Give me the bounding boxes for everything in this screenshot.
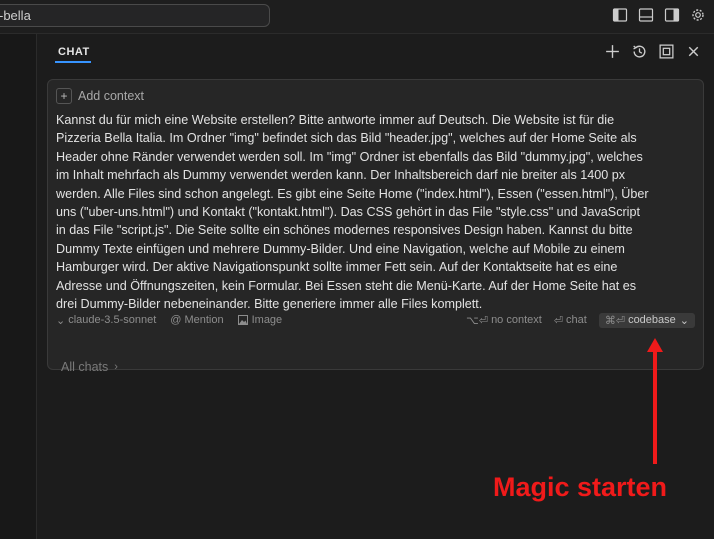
chat-panel: CHAT + Add context Kannst du für mich ei… [37,34,714,539]
title-bar: -bella [0,0,714,34]
tab-active-indicator [55,61,91,63]
no-context-submit[interactable]: ⌥⏎ no context [466,314,542,327]
command-center-search[interactable]: -bella [0,4,270,27]
chevron-right-icon: › [114,361,118,373]
prompt-text[interactable]: Kannst du für mich eine Website erstelle… [56,111,699,313]
toggle-primary-sidebar-icon[interactable] [612,7,628,23]
prompt-line: werden. Alle Files sind schon angelegt. … [56,186,649,201]
plus-icon[interactable] [604,43,621,60]
codebase-label: codebase [628,314,676,326]
prompt-line: Hamburger wird. Der aktive Navigationspu… [56,260,618,275]
add-context-label: Add context [78,89,145,103]
prompt-line: im Inhalt mehrfach als Dummy verwendet w… [56,168,626,183]
prompt-line: Header ohne Ränder verwendet werden soll… [56,149,643,164]
chat-submit[interactable]: ⏎ chat [554,314,587,327]
option-enter-shortcut: ⌥⏎ [466,314,489,327]
annotation-arrow-icon [647,338,663,464]
add-context-plus-icon: + [56,88,72,104]
at-sign-icon: @ [170,314,182,326]
annotation-label: Magic starten [493,472,668,502]
toggle-secondary-sidebar-icon[interactable] [664,7,680,23]
panel-actions [604,43,702,60]
no-context-label: no context [491,314,542,326]
image-label: Image [251,314,283,326]
mention-label: Mention [184,314,224,326]
prompt-line: drei Dummy-Bilder nebeneinander. Bitte g… [56,297,483,312]
model-label: claude-3.5-sonnet [68,314,157,326]
toggle-panel-icon[interactable] [638,7,654,23]
image-button[interactable]: Image [237,314,283,326]
history-icon[interactable] [631,43,648,60]
chevron-down-icon: ⌄ [679,314,689,327]
close-icon[interactable] [685,43,702,60]
search-value: -bella [0,8,31,23]
all-chats-label: All chats [61,360,109,374]
tab-chat[interactable]: CHAT [58,46,90,58]
prompt-line: Pizzeria Bella Italia. Im Ordner "img" b… [56,131,637,146]
mention-button[interactable]: @ Mention [170,314,223,326]
codebase-submit-button[interactable]: ⌘⏎ codebase ⌄ [598,312,695,328]
submit-options: ⌥⏎ no context ⏎ chat ⌘⏎ codebase ⌄ [466,312,695,328]
enter-shortcut: ⏎ [553,314,564,327]
activity-gutter [0,34,37,539]
cmd-enter-shortcut: ⌘⏎ [604,314,626,327]
model-selector[interactable]: ⌄ claude-3.5-sonnet [56,314,156,327]
chat-composer[interactable]: + Add context Kannst du für mich eine We… [47,79,704,370]
image-icon [237,315,248,325]
prompt-line: Dummy Texte einfügen und mehrere Dummy-B… [56,241,625,256]
prompt-line: uns ("uber-uns.html") und Kontakt ("kont… [56,205,640,220]
layout-controls [612,7,706,23]
prompt-line: in das File "script.js". Die Seite sollt… [56,223,633,238]
prompt-line: Adresse und Öffnungszeiten, kein Formula… [56,278,637,293]
all-chats-link[interactable]: All chats › [61,360,118,374]
gear-icon[interactable] [690,7,706,23]
composer-footer: ⌄ claude-3.5-sonnet @ Mention Image ⌥⏎ n… [56,312,695,328]
chevron-down-icon: ⌄ [56,314,66,327]
add-context-button[interactable]: + Add context [56,87,144,105]
prompt-line: Kannst du für mich eine Website erstelle… [56,113,615,127]
maximize-icon[interactable] [658,43,675,60]
chat-submit-label: chat [566,314,587,326]
